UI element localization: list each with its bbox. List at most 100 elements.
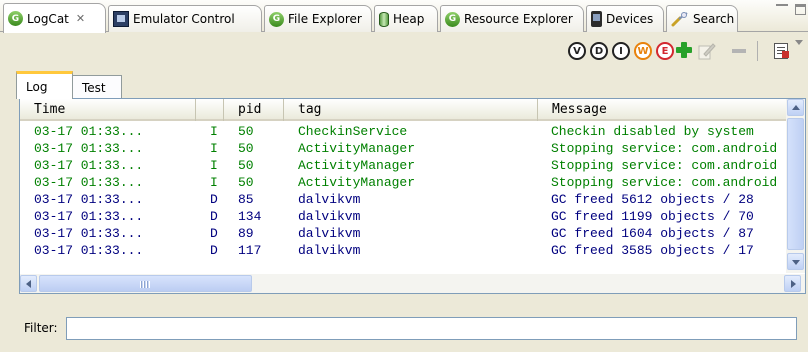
export-log-icon[interactable] — [774, 43, 789, 59]
cell-level: D — [210, 209, 218, 224]
tab-log[interactable]: Log — [16, 71, 73, 99]
column-header-pid[interactable]: pid — [224, 99, 284, 121]
cell-pid: 89 — [238, 226, 254, 241]
search-icon — [671, 12, 688, 27]
table-row[interactable]: 03-17 01:33... D 85 dalvikvm GC freed 5612 o… — [20, 191, 786, 208]
cell-time: 03-17 01:33... — [34, 175, 144, 190]
tab-devices[interactable]: Devices — [586, 5, 664, 32]
filter-label: Filter: — [24, 321, 58, 335]
cell-time: 03-17 01:33... — [34, 124, 144, 139]
cell-level: D — [210, 243, 218, 258]
log-table: Time pid tag Message 03-17 01:33... I 50 Ch… — [19, 98, 806, 294]
close-icon[interactable]: ✕ — [76, 12, 85, 25]
log-rows: 03-17 01:33... I 50 CheckinService Checkin d… — [20, 123, 786, 267]
vertical-scroll-thumb[interactable] — [787, 118, 804, 250]
debug-level-button[interactable]: D — [590, 42, 608, 60]
tab-test-label: Test — [82, 80, 106, 95]
cell-level: I — [210, 124, 218, 139]
ddms-file-explorer-icon: G — [269, 11, 284, 27]
tab-logcat-label: LogCat — [27, 11, 69, 26]
cell-time: 03-17 01:33... — [34, 192, 144, 207]
grip-icon — [140, 281, 150, 288]
emulator-control-icon — [113, 11, 129, 27]
vertical-scrollbar[interactable] — [786, 99, 805, 273]
cell-pid: 50 — [238, 124, 254, 139]
maximize-view-button[interactable] — [795, 4, 806, 15]
tab-emulator-control[interactable]: Emulator Control — [108, 5, 262, 32]
scroll-left-button[interactable] — [20, 275, 37, 292]
column-header-time[interactable]: Time — [20, 99, 196, 121]
logcat-toolbar: V D I W E — [0, 33, 808, 65]
cell-tag: ActivityManager — [298, 158, 416, 173]
cell-tag: dalvikvm — [298, 243, 361, 258]
add-filter-icon[interactable] — [675, 41, 693, 59]
table-row[interactable]: 03-17 01:33... I 50 ActivityManager Stopping… — [20, 174, 786, 191]
table-row[interactable]: 03-17 01:33... D 117 dalvikvm GC freed 3585 … — [20, 242, 786, 259]
cell-tag: dalvikvm — [298, 192, 361, 207]
cell-pid: 50 — [238, 175, 254, 190]
cell-time: 03-17 01:33... — [34, 158, 144, 173]
cell-message: Stopping service: com.android — [551, 175, 778, 190]
cell-time: 03-17 01:33... — [34, 141, 144, 156]
filter-input[interactable] — [66, 317, 797, 340]
arrow-right-icon — [791, 280, 796, 288]
cell-level: I — [210, 141, 218, 156]
table-row[interactable]: 03-17 01:33... D 134 dalvikvm GC freed 1199 … — [20, 208, 786, 225]
verbose-level-letter: V — [573, 45, 581, 57]
table-row[interactable]: 03-17 01:33... D 89 dalvikvm GC freed 1604 o… — [20, 225, 786, 242]
cell-pid: 50 — [238, 141, 254, 156]
view-menu-icon[interactable] — [795, 40, 803, 45]
tab-logcat[interactable]: G LogCat ✕ — [3, 3, 106, 33]
scroll-down-button[interactable] — [787, 253, 804, 270]
tab-heap-label: Heap — [393, 12, 425, 26]
table-row[interactable]: 03-17 01:33... I 50 CheckinService Checkin d… — [20, 123, 786, 140]
delete-filter-icon[interactable] — [732, 49, 746, 53]
tab-test[interactable]: Test — [72, 75, 122, 99]
tab-search-label: Search — [693, 12, 735, 26]
cell-message: GC freed 1199 objects / 70 — [551, 209, 754, 224]
cell-message: Stopping service: com.android — [551, 141, 778, 156]
cell-message: Checkin disabled by system — [551, 124, 754, 139]
cell-pid: 117 — [238, 243, 262, 258]
tab-resource-explorer[interactable]: G Resource Explorer — [440, 5, 584, 32]
toolbar-separator — [757, 41, 758, 61]
arrow-left-icon — [26, 280, 31, 288]
cell-level: I — [210, 175, 218, 190]
cell-tag: dalvikvm — [298, 226, 361, 241]
edit-filter-icon[interactable] — [698, 42, 716, 60]
tab-log-label: Log — [26, 79, 48, 94]
scroll-up-button[interactable] — [787, 99, 804, 116]
column-header-level[interactable] — [196, 99, 224, 121]
tab-resource-explorer-label: Resource Explorer — [464, 12, 573, 26]
tab-file-explorer[interactable]: G File Explorer — [264, 5, 372, 32]
column-header-message[interactable]: Message — [538, 99, 786, 121]
scroll-right-button[interactable] — [784, 275, 801, 292]
cell-tag: dalvikvm — [298, 209, 361, 224]
table-row[interactable]: 03-17 01:33... I 50 ActivityManager Stopping… — [20, 140, 786, 157]
cell-pid: 134 — [238, 209, 262, 224]
horizontal-scrollbar[interactable] — [20, 274, 805, 293]
horizontal-scroll-thumb[interactable] — [39, 275, 252, 292]
tab-devices-label: Devices — [606, 12, 654, 26]
cell-tag: ActivityManager — [298, 175, 416, 190]
cell-message: Stopping service: com.android — [551, 158, 778, 173]
heap-icon — [379, 11, 389, 27]
error-level-button[interactable]: E — [656, 42, 674, 60]
logcat-view: G LogCat ✕ Emulator Control G File Explo… — [0, 0, 808, 352]
cell-level: D — [210, 192, 218, 207]
tab-emulator-control-label: Emulator Control — [133, 12, 235, 26]
info-level-button[interactable]: I — [612, 42, 630, 60]
tab-file-explorer-label: File Explorer — [288, 12, 362, 26]
tab-search[interactable]: Search — [666, 5, 738, 32]
error-level-letter: E — [661, 45, 669, 57]
tab-heap[interactable]: Heap — [374, 5, 438, 32]
cell-time: 03-17 01:33... — [34, 209, 144, 224]
cell-pid: 50 — [238, 158, 254, 173]
warning-level-letter: W — [637, 45, 649, 57]
warning-level-button[interactable]: W — [634, 42, 652, 60]
verbose-level-button[interactable]: V — [568, 42, 586, 60]
cell-message: GC freed 5612 objects / 28 — [551, 192, 754, 207]
minimize-view-button[interactable] — [776, 4, 788, 14]
column-header-tag[interactable]: tag — [284, 99, 538, 121]
table-row[interactable]: 03-17 01:33... I 50 ActivityManager Stopping… — [20, 157, 786, 174]
